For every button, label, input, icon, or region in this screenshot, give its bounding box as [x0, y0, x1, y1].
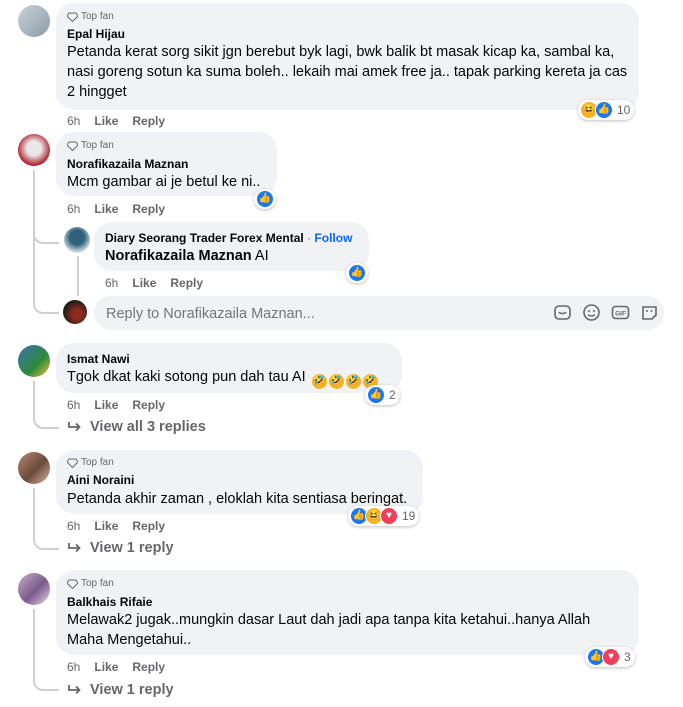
reply-button[interactable]: Reply	[132, 114, 165, 128]
comment-author[interactable]: Epal Hijau	[67, 27, 125, 41]
reply-text: Norafikazaila Maznan AI	[105, 246, 269, 266]
love-reaction-icon: ♥	[602, 648, 620, 666]
rofl-emoji-icon: 🤣	[311, 373, 327, 389]
reply-arrow-icon	[68, 422, 81, 432]
timestamp[interactable]: 6h	[105, 276, 118, 290]
reply-button[interactable]: Reply	[132, 519, 165, 533]
reply-arrow-icon	[68, 543, 81, 553]
thread-connector	[33, 296, 59, 314]
comment-actions: 6h Like Reply	[67, 398, 165, 412]
reply-button[interactable]: Reply	[132, 202, 165, 216]
like-button[interactable]: Like	[94, 202, 118, 216]
comment-actions: 6h Like Reply	[67, 660, 165, 674]
view-replies-label: View all 3 replies	[90, 419, 206, 435]
comment-text: Mcm gambar ai je betul ke ni..	[67, 174, 261, 190]
reaction-summary[interactable]: 👍 😆 ♥ 19	[348, 506, 420, 526]
comment-actions: 6h Like Reply	[67, 519, 165, 533]
top-fan-badge: Top fan	[67, 140, 114, 151]
reaction-count: 10	[617, 103, 631, 117]
reaction-summary[interactable]: 👍 ♥ 3	[585, 647, 635, 667]
top-fan-badge: Top fan	[67, 457, 114, 468]
badge-label: Top fan	[81, 11, 114, 22]
like-reaction-icon: 👍	[595, 101, 613, 119]
view-replies-label: View 1 reply	[90, 682, 174, 698]
reaction-summary[interactable]: 😆 👍 10	[578, 100, 635, 120]
emoji-icon[interactable]	[582, 303, 601, 322]
reply-input[interactable]	[104, 302, 528, 326]
top-fan-badge: Top fan	[67, 11, 114, 22]
diamond-icon	[67, 12, 78, 22]
like-reaction-icon: 👍	[348, 264, 366, 282]
reaction-count: 3	[624, 650, 631, 664]
badge-label: Top fan	[81, 457, 114, 468]
like-reaction-icon: 👍	[367, 386, 385, 404]
reply-tools: GIF	[553, 303, 659, 322]
comment-message: Tgok dkat kaki sotong pun dah tau AI	[67, 369, 306, 385]
reaction-summary[interactable]: 👍	[346, 263, 368, 283]
view-replies-link[interactable]: View 1 reply	[68, 540, 174, 556]
diamond-icon	[67, 141, 78, 151]
avatar[interactable]	[18, 345, 50, 377]
reaction-summary[interactable]: 👍	[254, 189, 276, 209]
diamond-icon	[67, 579, 78, 589]
like-button[interactable]: Like	[94, 660, 118, 674]
mention-link[interactable]: Norafikazaila Maznan	[105, 248, 252, 264]
follow-link[interactable]: Follow	[314, 231, 352, 245]
comment-author[interactable]: Ismat Nawi	[67, 352, 130, 366]
comment-author[interactable]: Aini Noraini	[67, 473, 134, 487]
badge-label: Top fan	[81, 140, 114, 151]
avatar[interactable]	[18, 573, 50, 605]
view-replies-label: View 1 reply	[90, 540, 174, 556]
like-button[interactable]: Like	[94, 519, 118, 533]
avatar-sticker-icon[interactable]	[640, 303, 659, 322]
reply-author[interactable]: Diary Seorang Trader Forex Mental	[105, 231, 304, 245]
love-reaction-icon: ♥	[380, 507, 398, 525]
comment-author[interactable]: Balkhais Rifaie	[67, 595, 152, 609]
avatar[interactable]	[18, 134, 50, 166]
comment-text: Tgok dkat kaki sotong pun dah tau AI 🤣 🤣 🤣…	[67, 367, 378, 389]
reply-message: AI	[254, 248, 269, 264]
comment-actions: 6h Like Reply	[67, 114, 165, 128]
reaction-count: 19	[402, 509, 416, 523]
like-reaction-icon: 👍	[256, 190, 274, 208]
timestamp[interactable]: 6h	[67, 519, 80, 533]
like-button[interactable]: Like	[94, 114, 118, 128]
timestamp[interactable]: 6h	[67, 202, 80, 216]
reply-button[interactable]: Reply	[132, 398, 165, 412]
reaction-count: 2	[389, 388, 396, 402]
diamond-icon	[67, 458, 78, 468]
view-replies-link[interactable]: View all 3 replies	[68, 419, 206, 435]
reply-header: Diary Seorang Trader Forex Mental · Foll…	[105, 231, 353, 245]
rofl-emoji-icon: 🤣	[345, 373, 361, 389]
comment-text: Petanda kerat sorg sikit jgn berebut byk…	[67, 44, 628, 100]
user-avatar[interactable]	[63, 300, 87, 324]
avatar[interactable]	[18, 5, 50, 37]
reply-arrow-icon	[68, 685, 81, 695]
reply-button[interactable]: Reply	[132, 660, 165, 674]
svg-text:GIF: GIF	[615, 311, 626, 318]
thread-connector	[33, 222, 59, 244]
thread-line	[77, 256, 79, 296]
reaction-summary[interactable]: 👍 2	[365, 385, 400, 405]
timestamp[interactable]: 6h	[67, 114, 80, 128]
timestamp[interactable]: 6h	[67, 398, 80, 412]
thread-connector	[33, 381, 59, 429]
sticker-icon[interactable]	[553, 303, 572, 322]
gif-icon[interactable]: GIF	[611, 303, 630, 322]
comment-actions: 6h Like Reply	[67, 202, 165, 216]
like-button[interactable]: Like	[132, 276, 156, 290]
comment-text: Melawak2 jugak..mungkin dasar Laut dah j…	[67, 612, 591, 648]
page-avatar[interactable]	[64, 227, 90, 253]
top-fan-badge: Top fan	[67, 578, 114, 589]
badge-label: Top fan	[81, 578, 114, 589]
like-button[interactable]: Like	[94, 398, 118, 412]
view-replies-link[interactable]: View 1 reply	[68, 682, 174, 698]
reply-actions: 6h Like Reply	[105, 276, 203, 290]
reply-button[interactable]: Reply	[170, 276, 203, 290]
rofl-emoji-icon: 🤣	[328, 373, 344, 389]
timestamp[interactable]: 6h	[67, 660, 80, 674]
comment-author[interactable]: Norafikazaila Maznan	[67, 157, 188, 171]
avatar[interactable]	[18, 452, 50, 484]
